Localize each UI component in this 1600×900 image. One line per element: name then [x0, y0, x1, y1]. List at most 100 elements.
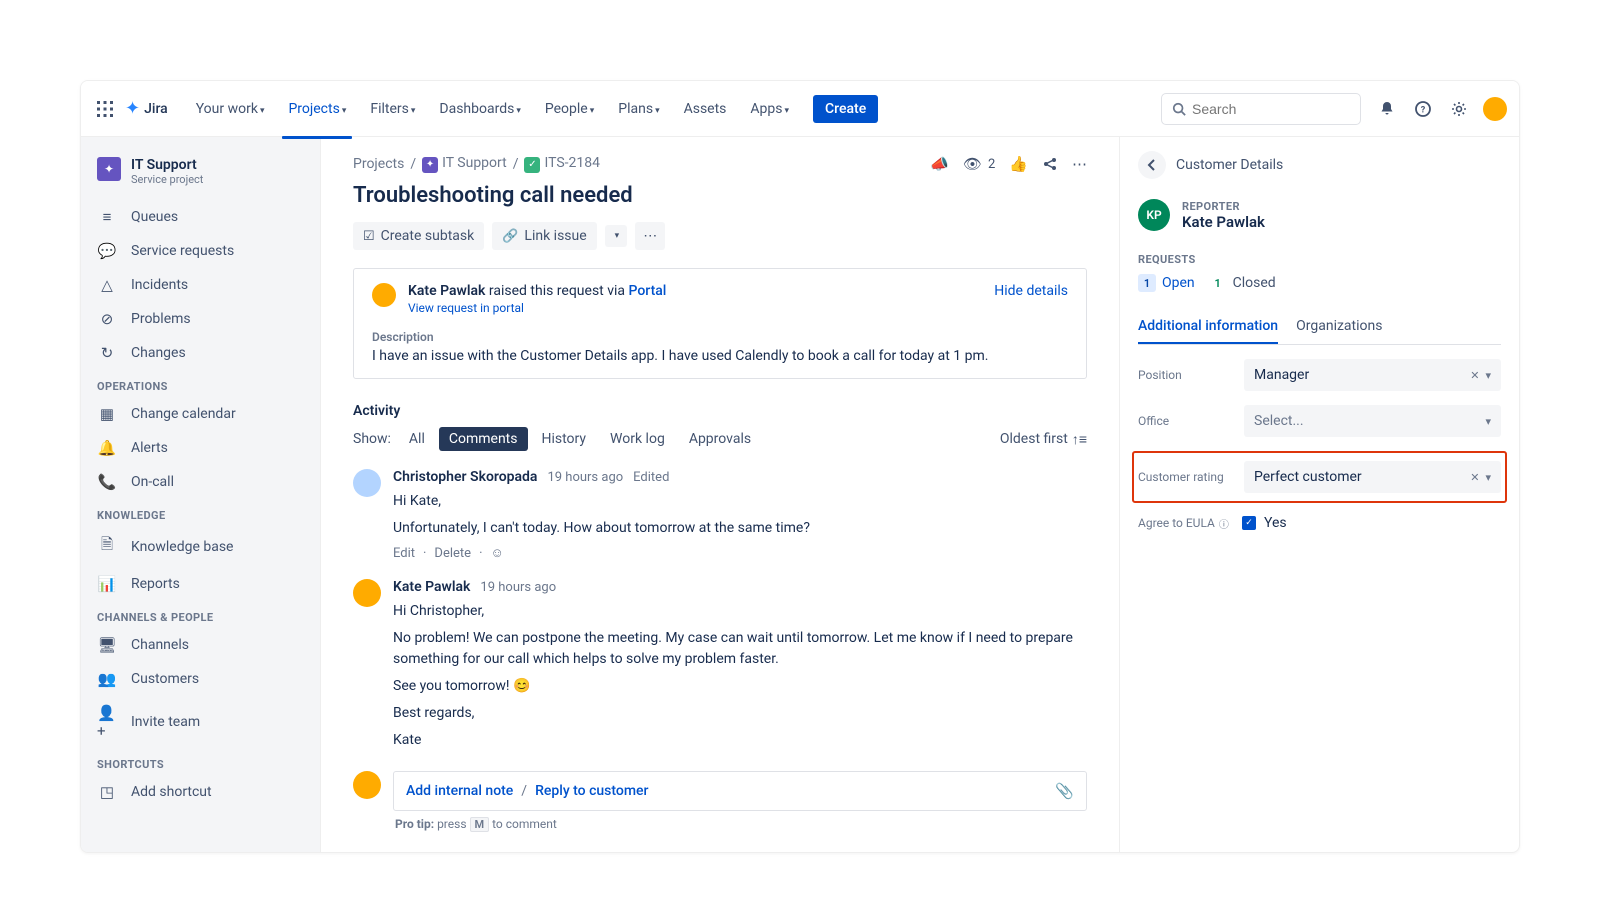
- sidebar-item-invite-team[interactable]: 👤+Invite team: [81, 696, 320, 748]
- comment: Christopher Skoropada19 hours agoEditedH…: [353, 469, 1087, 561]
- breadcrumb-project[interactable]: ✦IT Support: [422, 155, 507, 173]
- help-icon[interactable]: ?: [1411, 97, 1435, 121]
- clear-icon[interactable]: ✕: [1470, 369, 1479, 382]
- sidebar-item-alerts[interactable]: 🔔Alerts: [81, 431, 320, 465]
- sidebar-icon: 👥: [97, 670, 117, 688]
- settings-icon[interactable]: [1447, 97, 1471, 121]
- nav-item-filters[interactable]: Filters▾: [360, 93, 425, 125]
- panel-tab-organizations[interactable]: Organizations: [1296, 310, 1382, 344]
- reply-to-customer-link[interactable]: Reply to customer: [535, 783, 648, 799]
- office-select[interactable]: Select... ▾: [1244, 405, 1501, 437]
- view-in-portal-link[interactable]: View request in portal: [408, 301, 524, 315]
- project-type-icon: ✦: [422, 157, 438, 173]
- sidebar-item-queues[interactable]: ≡Queues: [81, 200, 320, 234]
- sidebar-item-reports[interactable]: 📊Reports: [81, 567, 320, 601]
- chevron-down-icon[interactable]: ▾: [1485, 415, 1491, 428]
- nav-item-dashboards[interactable]: Dashboards▾: [429, 93, 530, 125]
- side-section-heading: CHANNELS & PEOPLE: [81, 601, 320, 628]
- chevron-down-icon[interactable]: ▾: [1485, 471, 1491, 484]
- nav-item-projects[interactable]: Projects▾: [278, 93, 356, 125]
- app-switcher-icon[interactable]: [93, 97, 117, 121]
- nav-item-your-work[interactable]: Your work▾: [186, 93, 275, 125]
- activity-tab-all[interactable]: All: [399, 427, 435, 451]
- nav-item-plans[interactable]: Plans▾: [608, 93, 669, 125]
- comment-delete-link[interactable]: Delete: [434, 546, 471, 561]
- create-button[interactable]: Create: [813, 95, 878, 123]
- notifications-icon[interactable]: [1375, 97, 1399, 121]
- like-icon[interactable]: 👍: [1009, 155, 1028, 173]
- comment-input[interactable]: Add internal note / Reply to customer 📎: [393, 771, 1087, 811]
- sidebar-item-channels[interactable]: 🖥Channels: [81, 628, 320, 662]
- sidebar-icon: ⊘: [97, 310, 117, 328]
- sidebar-item-problems[interactable]: ⊘Problems: [81, 302, 320, 336]
- chevron-down-icon: ▾: [785, 106, 790, 116]
- sort-icon: ↑≡: [1072, 431, 1087, 448]
- closed-requests[interactable]: 1 Closed: [1209, 274, 1276, 292]
- field-eula: Agree to EULA ⓘ ✓ Yes: [1138, 515, 1501, 531]
- clear-icon[interactable]: ✕: [1470, 471, 1479, 484]
- panel-tab-additional-information[interactable]: Additional information: [1138, 310, 1278, 344]
- chevron-down-icon: ▾: [411, 106, 416, 116]
- link-dropdown-button[interactable]: ▾: [605, 225, 628, 247]
- sidebar-item-service-requests[interactable]: 💬Service requests: [81, 234, 320, 268]
- chevron-down-icon[interactable]: ▾: [1485, 369, 1491, 382]
- activity-tab-comments[interactable]: Comments: [439, 427, 528, 451]
- top-navigation: ✦ Jira Your work▾Projects▾Filters▾Dashbo…: [81, 81, 1519, 137]
- activity-tab-history[interactable]: History: [532, 427, 597, 451]
- nav-item-apps[interactable]: Apps▾: [740, 93, 799, 125]
- comment-text: See you tomorrow! 😊: [393, 676, 1087, 697]
- nav-item-people[interactable]: People▾: [535, 93, 604, 125]
- hide-details-link[interactable]: Hide details: [994, 283, 1068, 299]
- breadcrumb-issue[interactable]: ✓ITS-2184: [524, 155, 600, 173]
- reporter-label: REPORTER: [1182, 200, 1265, 213]
- issue-title[interactable]: Troubleshooting call needed: [353, 183, 1087, 208]
- comment-react-icon[interactable]: ☺: [490, 545, 503, 561]
- comment-avatar: [353, 579, 381, 607]
- share-icon[interactable]: [1042, 156, 1058, 172]
- comment-edit-link[interactable]: Edit: [393, 546, 415, 561]
- sidebar-item-changes[interactable]: ↻Changes: [81, 336, 320, 370]
- sidebar-item-knowledge-base[interactable]: 🗎Knowledge base: [81, 526, 320, 567]
- watch-count: 2: [988, 157, 995, 172]
- issue-toolbar: ☑ Create subtask 🔗 Link issue ▾ ⋯: [353, 222, 1087, 250]
- sidebar-item-incidents[interactable]: △Incidents: [81, 268, 320, 302]
- customer-details-panel: Customer Details KP REPORTER Kate Pawlak…: [1119, 137, 1519, 852]
- request-panel: Kate Pawlak raised this request via Port…: [353, 268, 1087, 379]
- comment-time: 19 hours ago: [547, 470, 623, 485]
- nav-item-assets[interactable]: Assets: [674, 93, 737, 125]
- jira-logo[interactable]: ✦ Jira: [125, 98, 168, 119]
- user-avatar[interactable]: [1483, 97, 1507, 121]
- eula-checkbox[interactable]: ✓: [1242, 516, 1256, 530]
- side-section-heading: OPERATIONS: [81, 370, 320, 397]
- sidebar-item-customers[interactable]: 👥Customers: [81, 662, 320, 696]
- sort-button[interactable]: Oldest first ↑≡: [1000, 431, 1087, 448]
- search-input[interactable]: [1192, 101, 1350, 117]
- search-box[interactable]: [1161, 93, 1361, 125]
- position-select[interactable]: Manager ✕ ▾: [1244, 359, 1501, 391]
- project-header[interactable]: ✦ IT Support Service project: [81, 153, 320, 200]
- chevron-down-icon: ▾: [342, 106, 347, 116]
- issue-type-icon: ✓: [524, 157, 540, 173]
- attachment-icon[interactable]: 📎: [1055, 782, 1074, 800]
- info-icon[interactable]: ⓘ: [1219, 516, 1229, 531]
- panel-back-button[interactable]: [1138, 151, 1166, 179]
- sidebar-item-add-shortcut[interactable]: ◳Add shortcut: [81, 775, 320, 809]
- open-requests[interactable]: 1 Open: [1138, 274, 1195, 292]
- add-internal-note-link[interactable]: Add internal note: [406, 783, 513, 799]
- sidebar-icon: 🔔: [97, 439, 117, 457]
- more-toolbar-button[interactable]: ⋯: [635, 222, 665, 250]
- request-line: Kate Pawlak raised this request via Port…: [408, 283, 994, 299]
- breadcrumb-root[interactable]: Projects: [353, 156, 404, 172]
- request-channel[interactable]: Portal: [629, 283, 667, 299]
- feedback-icon[interactable]: 📣: [930, 155, 949, 173]
- activity-tab-approvals[interactable]: Approvals: [679, 427, 761, 451]
- sidebar-item-on-call[interactable]: 📞On-call: [81, 465, 320, 499]
- more-actions-icon[interactable]: ⋯: [1072, 155, 1087, 173]
- activity-tab-work-log[interactable]: Work log: [600, 427, 675, 451]
- side-section-heading: SHORTCUTS: [81, 748, 320, 775]
- link-issue-button[interactable]: 🔗 Link issue: [492, 222, 596, 250]
- watch-icon[interactable]: 👁: [963, 155, 982, 173]
- sidebar-item-change-calendar[interactable]: ▦Change calendar: [81, 397, 320, 431]
- customer-rating-select[interactable]: Perfect customer ✕ ▾: [1244, 461, 1501, 493]
- create-subtask-button[interactable]: ☑ Create subtask: [353, 222, 484, 250]
